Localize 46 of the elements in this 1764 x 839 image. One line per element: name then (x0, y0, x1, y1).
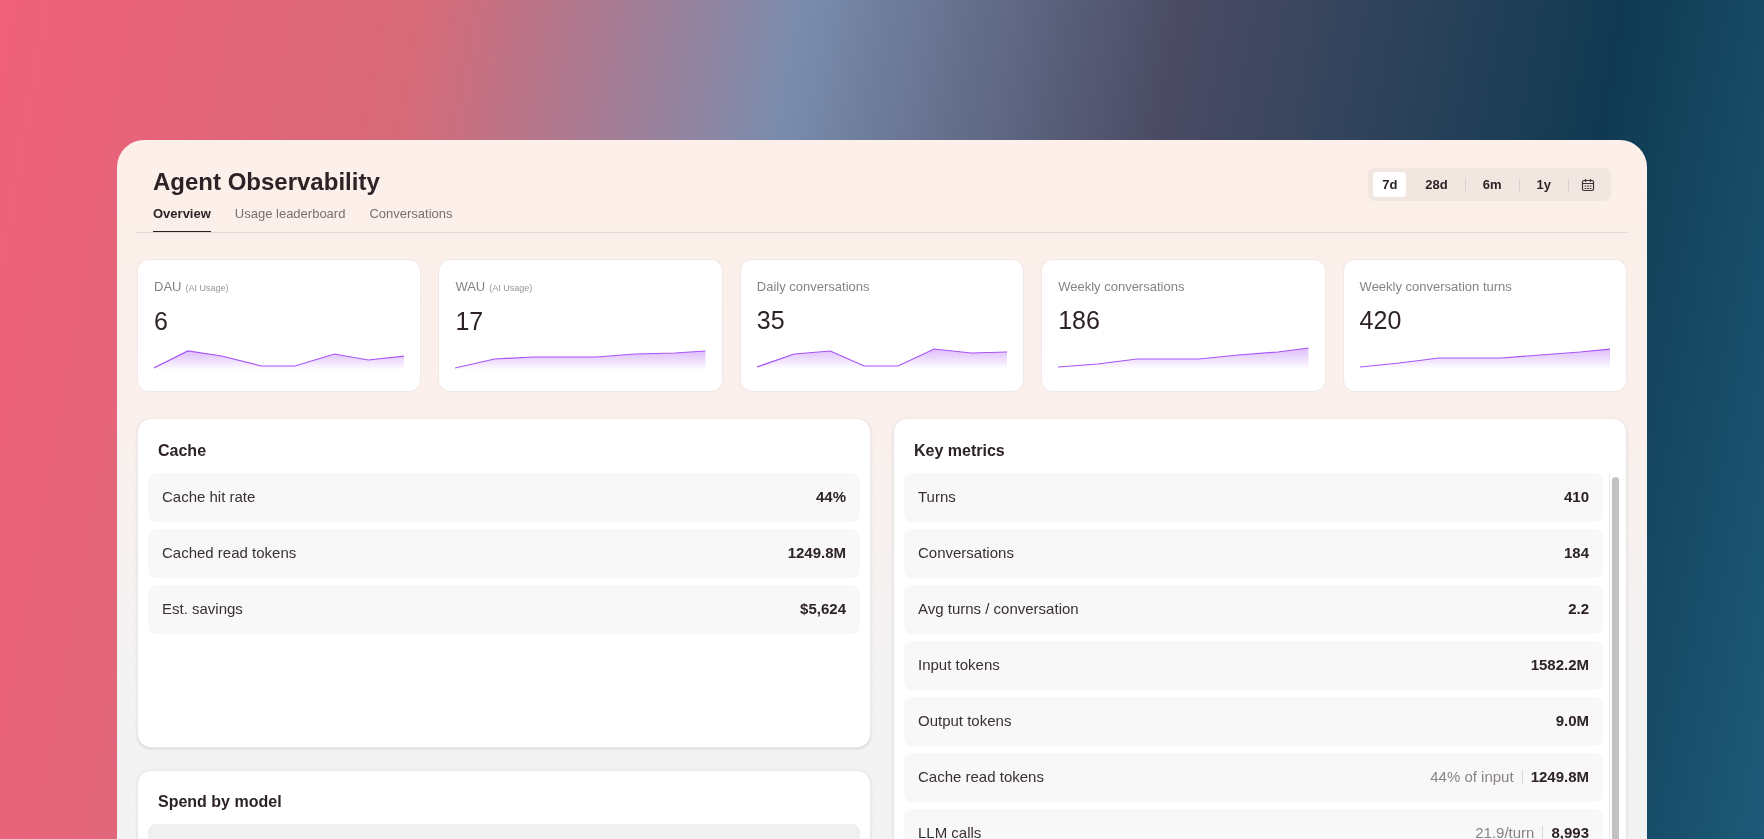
tab[interactable]: Overview (153, 204, 211, 232)
metric-label: Avg turns / conversation (918, 598, 1079, 619)
stat-label: Weekly conversation turns (1359, 277, 1512, 296)
metric-value: 410 (1563, 486, 1589, 507)
metric-label: Output tokens (918, 710, 1012, 731)
metric-detail: 44% of input (1430, 766, 1514, 787)
stat-value: 17 (455, 305, 485, 336)
stat-value: 35 (756, 304, 786, 335)
stat-label: DAU (154, 277, 182, 296)
card-title: Cache (157, 440, 208, 461)
metric-label: Cached read tokens (162, 542, 297, 563)
metric-value: 184 (1563, 542, 1589, 563)
metric-label: Cache read tokens (918, 766, 1044, 787)
stat-note: (AI Usage) (185, 281, 229, 295)
stat-label: Weekly conversations (1058, 277, 1185, 296)
metric-label: Conversations (918, 542, 1014, 563)
metric-label: LLM calls (918, 822, 982, 839)
stat-label: Daily conversations (756, 277, 870, 296)
metric-value: 9.0M (1555, 710, 1589, 731)
metric-value: 2.2 (1568, 598, 1589, 619)
range-option[interactable]: 28d (1408, 172, 1465, 197)
metric-label: Turns (918, 486, 956, 507)
stat-label: WAU (455, 277, 486, 296)
tab[interactable]: Conversations (369, 204, 453, 232)
scrollbar[interactable] (1609, 472, 1620, 839)
stat-value: 6 (154, 305, 169, 336)
range-option[interactable]: 1y (1519, 172, 1568, 197)
stat-note: (AI Usage) (489, 281, 533, 295)
metric-value: 1249.8M (1530, 766, 1589, 787)
metric-value: 44% (815, 486, 846, 507)
metric-label: Cache hit rate (162, 486, 256, 507)
tab[interactable]: Usage leaderboard (234, 204, 346, 232)
page-title: Agent Observability (153, 167, 381, 197)
metric-label: Est. savings (162, 598, 243, 619)
metric-label: Input tokens (918, 654, 1000, 675)
metric-value: 1249.8M (787, 542, 846, 563)
range-option[interactable]: 7d (1373, 172, 1407, 197)
card-title: Key metrics (913, 440, 1006, 461)
metric-value: $5,624 (800, 598, 846, 619)
metric-detail: 21.9/turn (1475, 822, 1535, 839)
card-title: Spend by model (157, 791, 283, 812)
range-option[interactable]: 6m (1465, 172, 1519, 197)
stat-value: 420 (1359, 304, 1403, 335)
calendar-icon (1581, 177, 1595, 192)
stat-value: 186 (1058, 304, 1101, 335)
metric-value: 1582.2M (1530, 654, 1589, 675)
